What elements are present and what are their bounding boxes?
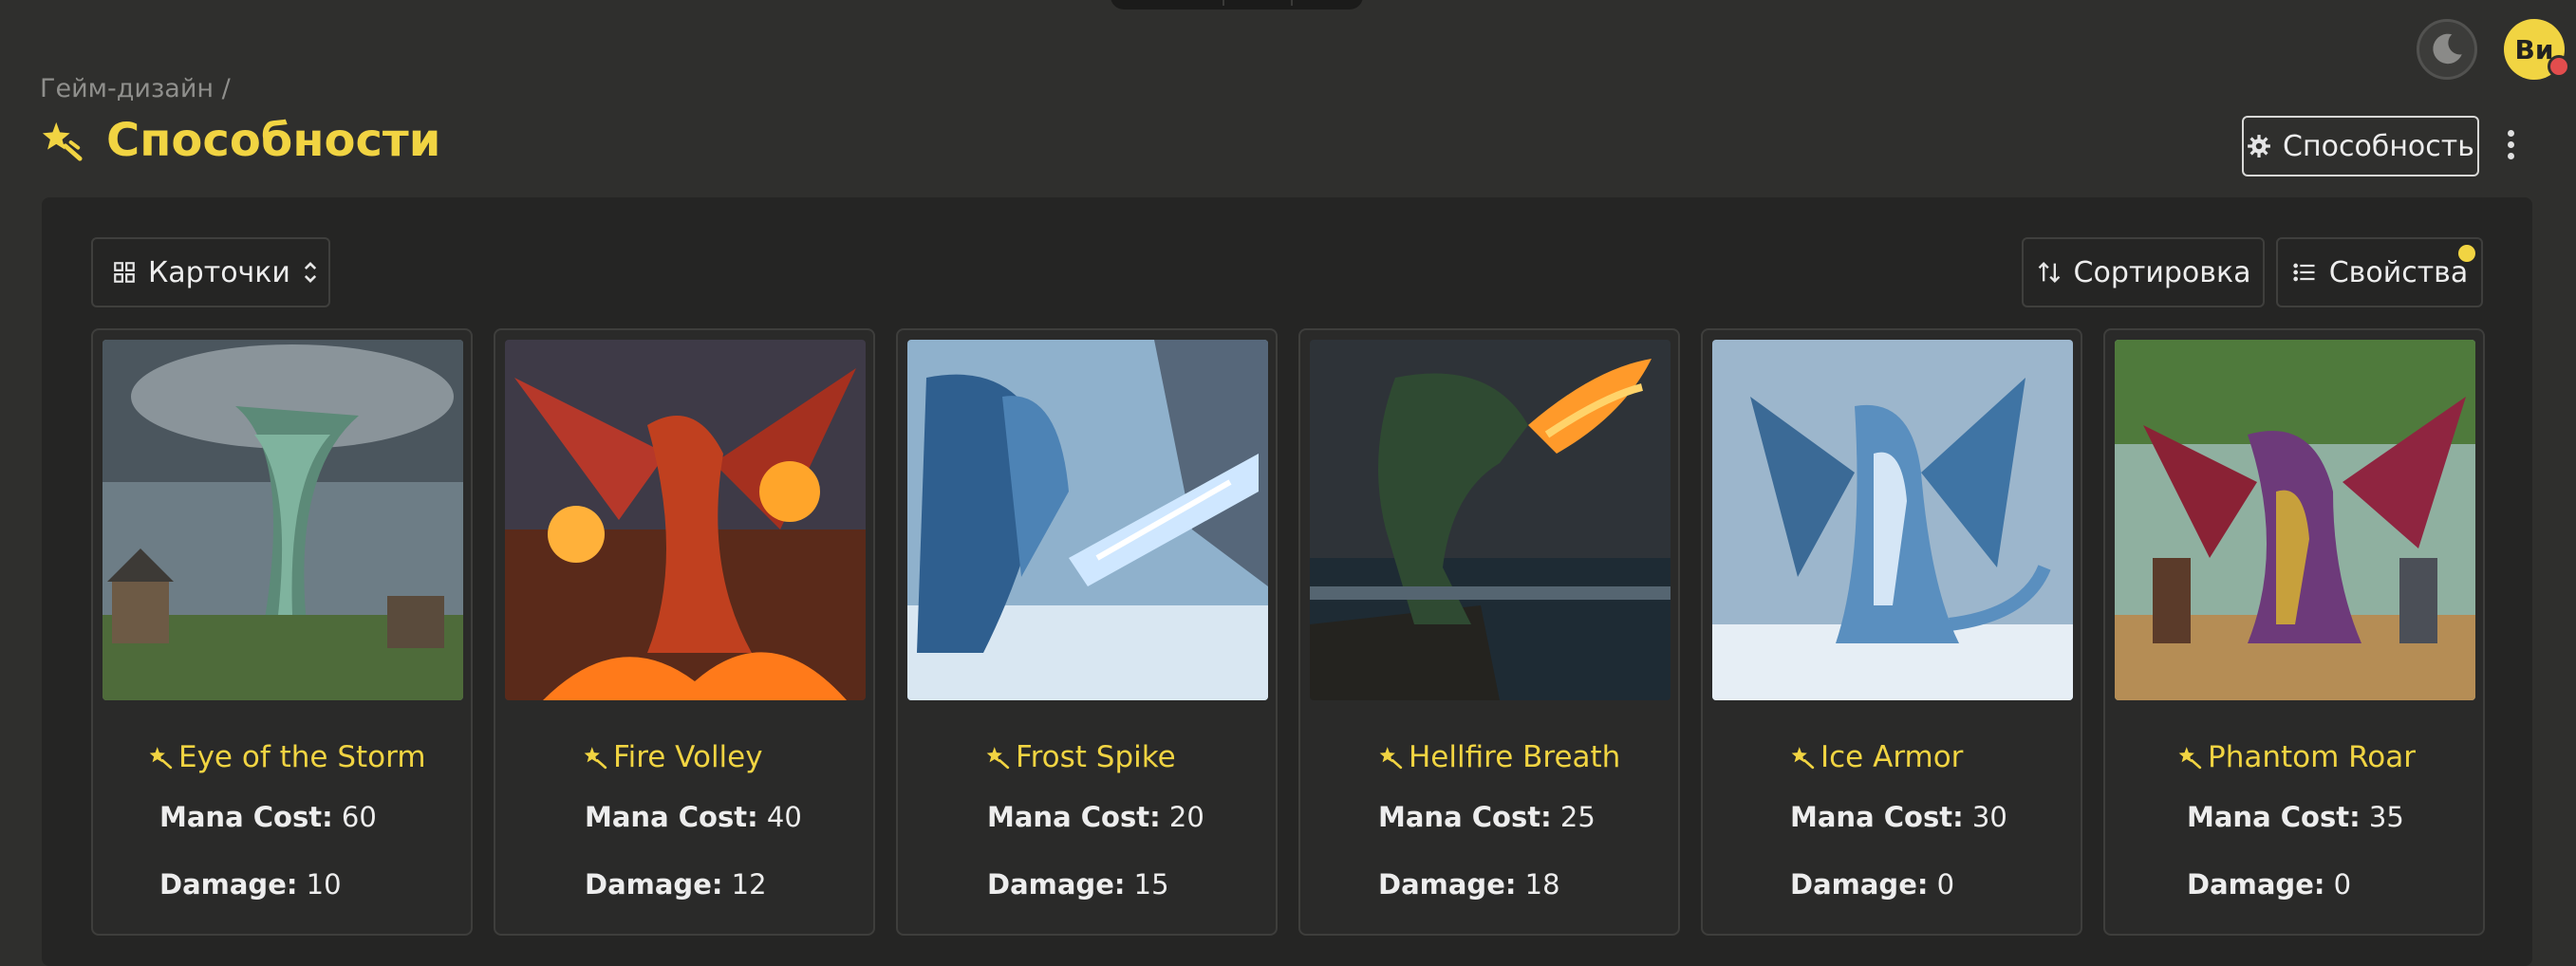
mana-cost-value: 30 [1971, 801, 2007, 833]
damage-value: 0 [1936, 868, 1955, 901]
card-frost-spike[interactable]: Frost Spike Mana Cost: 20 Damage: 15 [896, 328, 1278, 936]
avatar[interactable]: Ви [2504, 19, 2570, 80]
card-title-text: Fire Volley [613, 740, 763, 774]
mana-cost-row: Mana Cost: 25 [1378, 801, 1596, 833]
sort-icon [2038, 262, 2060, 283]
mana-cost-value: 35 [2368, 801, 2404, 833]
card-image [1310, 340, 1671, 700]
card-title[interactable]: Ice Armor [1790, 740, 1963, 774]
damage-row: Damage: 0 [1790, 868, 1954, 901]
card-image [907, 340, 1268, 700]
list-icon [2293, 263, 2315, 282]
gear-icon [2248, 135, 2270, 158]
card-eye-of-the-storm[interactable]: Eye of the Storm Mana Cost: 60 Damage: 1… [91, 328, 473, 936]
ability-star-icon [2178, 747, 2202, 770]
mana-cost-value: 40 [766, 801, 802, 833]
view-label: Карточки [148, 255, 290, 289]
mana-cost-row: Mana Cost: 30 [1790, 801, 2007, 833]
mana-cost-value: 25 [1559, 801, 1596, 833]
card-title[interactable]: Phantom Roar [2177, 740, 2416, 774]
mana-cost-row: Mana Cost: 40 [585, 801, 802, 833]
damage-value: 15 [1133, 868, 1169, 901]
properties-button[interactable]: Свойства [2276, 237, 2483, 307]
damage-row: Damage: 12 [585, 868, 767, 901]
mana-cost-row: Mana Cost: 35 [2187, 801, 2404, 833]
page-title: Способности [106, 114, 441, 167]
card-title[interactable]: Fire Volley [583, 740, 763, 774]
damage-row: Damage: 10 [159, 868, 342, 901]
damage-label: Damage: [987, 868, 1126, 901]
card-image [103, 340, 463, 700]
damage-label: Damage: [1378, 868, 1517, 901]
ability-star-icon [149, 747, 173, 770]
theme-toggle[interactable] [2417, 19, 2477, 80]
card-ice-armor[interactable]: Ice Armor Mana Cost: 30 Damage: 0 [1701, 328, 2082, 936]
mana-cost-label: Mana Cost: [2187, 801, 2361, 833]
card-title[interactable]: Hellfire Breath [1378, 740, 1620, 774]
ability-settings-button[interactable]: Способность [2242, 116, 2479, 176]
card-title[interactable]: Eye of the Storm [148, 740, 426, 774]
card-title-text: Phantom Roar [2208, 740, 2417, 774]
damage-label: Damage: [585, 868, 723, 901]
grid-icon [114, 262, 135, 283]
card-fire-volley[interactable]: Fire Volley Mana Cost: 40 Damage: 12 [494, 328, 875, 936]
card-image [1712, 340, 2073, 700]
damage-value: 18 [1524, 868, 1560, 901]
card-title-text: Frost Spike [1016, 740, 1176, 774]
properties-label: Свойства [2328, 255, 2469, 289]
ability-star-icon [1379, 747, 1403, 770]
card-title-text: Hellfire Breath [1409, 740, 1621, 774]
damage-value: 10 [306, 868, 342, 901]
damage-label: Damage: [1790, 868, 1929, 901]
mana-cost-row: Mana Cost: 20 [987, 801, 1204, 833]
mana-cost-label: Mana Cost: [585, 801, 758, 833]
damage-label: Damage: [159, 868, 298, 901]
damage-value: 0 [2333, 868, 2352, 901]
chevron-updown-icon [304, 262, 317, 283]
card-title-text: Ice Armor [1820, 740, 1964, 774]
damage-row: Damage: 0 [2187, 868, 2351, 901]
ability-star-icon [42, 121, 83, 161]
card-image [505, 340, 866, 700]
card-phantom-roar[interactable]: Phantom Roar Mana Cost: 35 Damage: 0 [2103, 328, 2485, 936]
mana-cost-value: 60 [341, 801, 377, 833]
card-hellfire-breath[interactable]: Hellfire Breath Mana Cost: 25 Damage: 18 [1298, 328, 1680, 936]
card-title[interactable]: Frost Spike [985, 740, 1176, 774]
top-tab-bar [1111, 0, 1363, 9]
card-title-text: Eye of the Storm [178, 740, 426, 774]
properties-indicator [2458, 245, 2475, 262]
damage-row: Damage: 15 [987, 868, 1169, 901]
sort-label: Сортировка [2073, 255, 2251, 289]
damage-label: Damage: [2187, 868, 2325, 901]
sort-button[interactable]: Сортировка [2022, 237, 2265, 307]
mana-cost-row: Mana Cost: 60 [159, 801, 377, 833]
card-image [2115, 340, 2475, 700]
breadcrumb[interactable]: Гейм-дизайн / [40, 74, 231, 103]
ability-star-icon [584, 747, 607, 770]
notification-badge [2548, 55, 2570, 78]
moon-icon [2433, 33, 2462, 65]
damage-value: 12 [731, 868, 767, 901]
mana-cost-label: Mana Cost: [987, 801, 1161, 833]
ability-star-icon [986, 747, 1010, 770]
view-selector[interactable]: Карточки [91, 237, 330, 307]
mana-cost-label: Mana Cost: [1378, 801, 1552, 833]
ability-button-label: Способность [2283, 129, 2474, 163]
ability-star-icon [1791, 747, 1815, 770]
mana-cost-label: Mana Cost: [159, 801, 333, 833]
mana-cost-value: 20 [1168, 801, 1204, 833]
more-options-button[interactable] [2496, 125, 2525, 167]
mana-cost-label: Mana Cost: [1790, 801, 1964, 833]
damage-row: Damage: 18 [1378, 868, 1560, 901]
